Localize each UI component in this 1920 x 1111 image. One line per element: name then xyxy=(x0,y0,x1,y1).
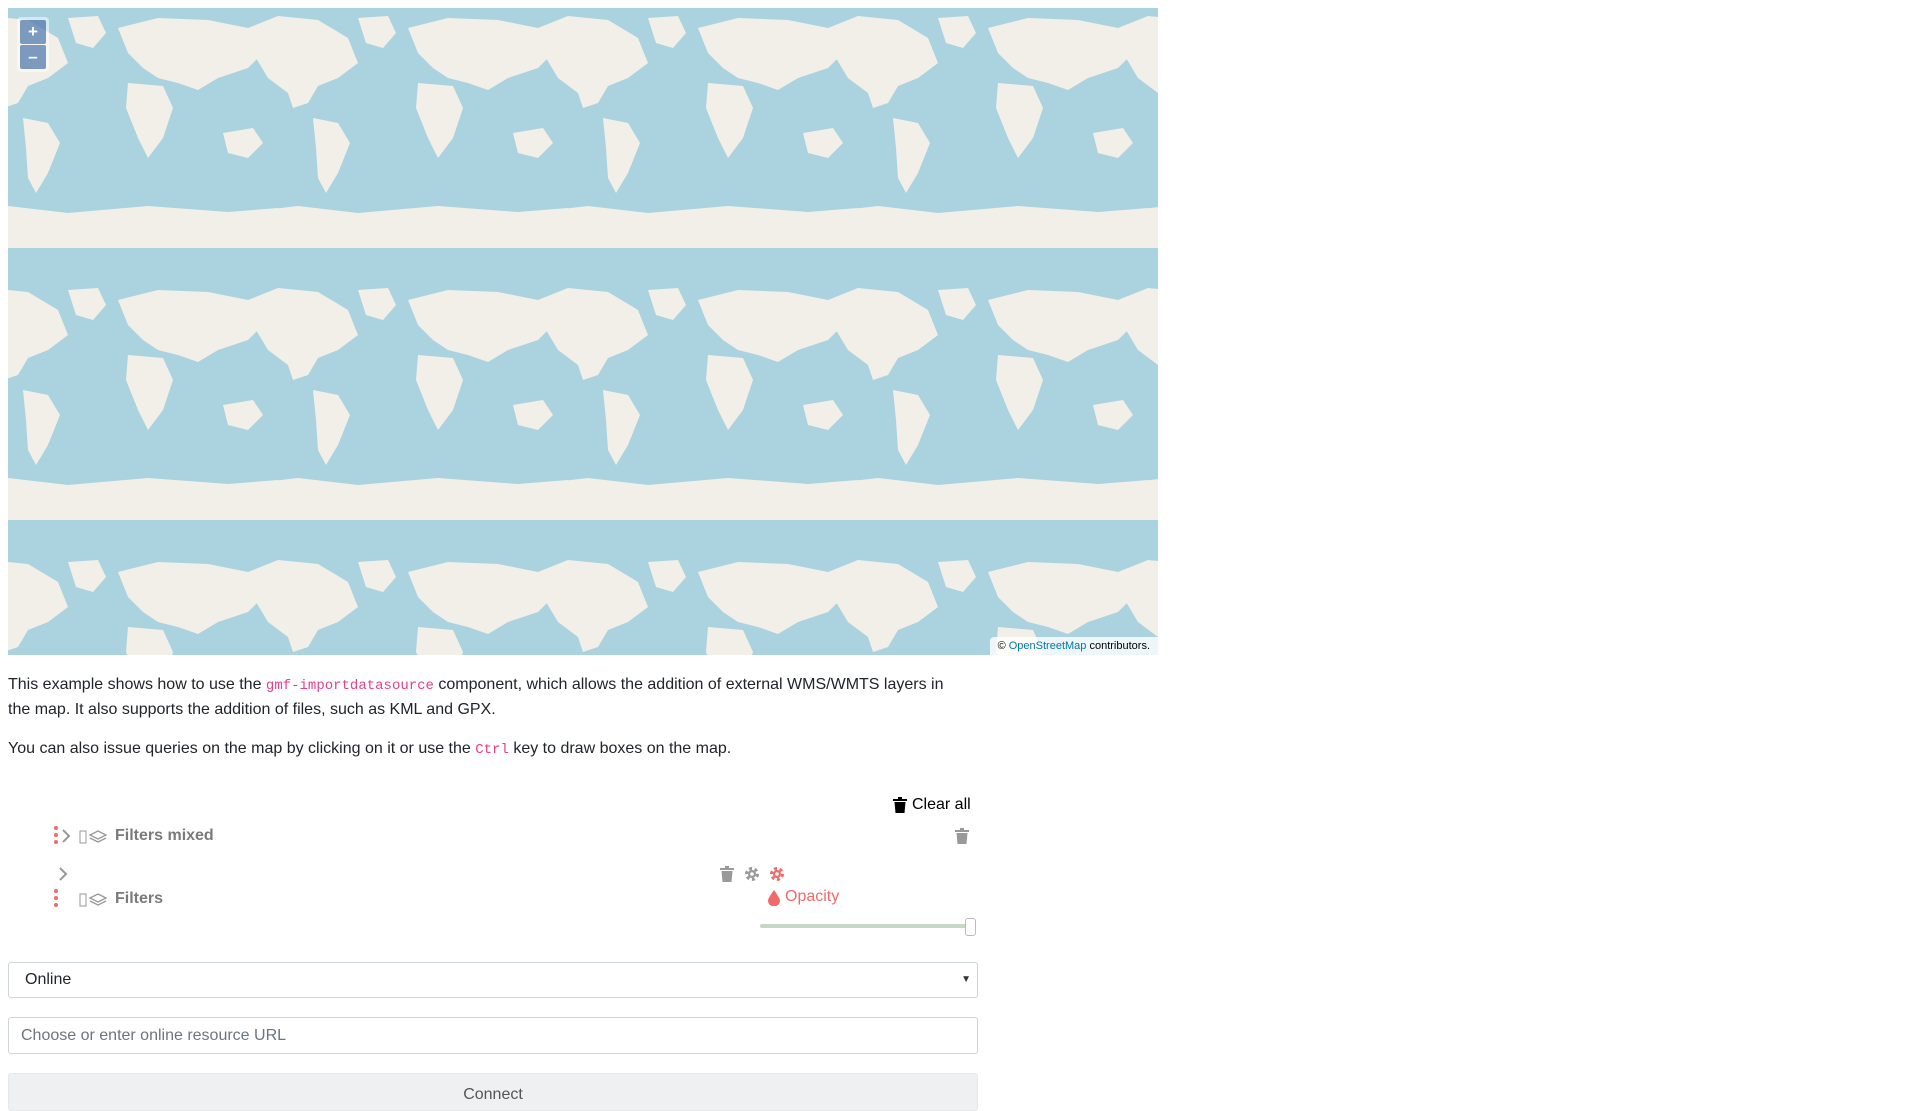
opacity-slider[interactable] xyxy=(760,918,976,936)
ctrl-key-code: Ctrl xyxy=(475,742,509,758)
chevron-down-icon: ▼ xyxy=(961,974,971,985)
attribution-suffix: contributors. xyxy=(1089,640,1150,652)
description-paragraph: This example shows how to use the gmf-im… xyxy=(8,673,968,722)
trash-icon[interactable] xyxy=(720,866,734,882)
map-attribution: © OpenStreetMap contributors. xyxy=(989,637,1158,655)
source-type-value: Online xyxy=(25,971,72,988)
online-resource-url-input[interactable] xyxy=(8,1017,978,1054)
opacity-drop-icon xyxy=(768,890,780,906)
component-name-code: gmf-importdatasource xyxy=(265,678,434,694)
opacity-slider-thumb[interactable] xyxy=(965,918,976,936)
layer-group-label: Filters mixed xyxy=(115,827,214,844)
query-hint-text: key to draw boxes on the map. xyxy=(513,740,732,757)
layer-group-label: Filters xyxy=(115,890,164,907)
trash-icon[interactable] xyxy=(955,828,969,844)
opacity-slider-track xyxy=(760,924,968,928)
clear-all-label: Clear all xyxy=(912,796,971,813)
gear-icon[interactable] xyxy=(744,866,760,882)
clear-all-button[interactable]: Clear all xyxy=(893,796,971,814)
layers-icon xyxy=(79,830,107,844)
attribution-prefix: © xyxy=(997,640,1006,652)
query-hint-text: You can also issue queries on the map by… xyxy=(8,740,471,757)
gear-icon[interactable] xyxy=(769,866,785,882)
zoom-control: + – xyxy=(17,17,49,72)
source-type-select[interactable]: Online ▼ xyxy=(8,962,978,998)
query-hint-paragraph: You can also issue queries on the map by… xyxy=(8,737,968,762)
chevron-right-icon[interactable] xyxy=(58,867,68,881)
zoom-in-button[interactable]: + xyxy=(20,20,46,44)
description-text: This example shows how to use the xyxy=(8,676,262,693)
trash-icon xyxy=(893,797,907,813)
layers-icon xyxy=(79,893,107,907)
drag-handle-icon[interactable] xyxy=(52,826,60,844)
map-viewport[interactable]: + – © OpenStreetMap contributors. xyxy=(8,8,1158,655)
drag-handle-icon[interactable] xyxy=(52,889,60,907)
connect-button[interactable]: Connect xyxy=(8,1073,978,1111)
openstreetmap-link[interactable]: OpenStreetMap xyxy=(1009,640,1087,652)
chevron-right-icon[interactable] xyxy=(61,829,71,843)
zoom-out-button[interactable]: – xyxy=(20,45,46,69)
opacity-label: Opacity xyxy=(785,888,840,905)
map-tiles xyxy=(8,8,1158,655)
